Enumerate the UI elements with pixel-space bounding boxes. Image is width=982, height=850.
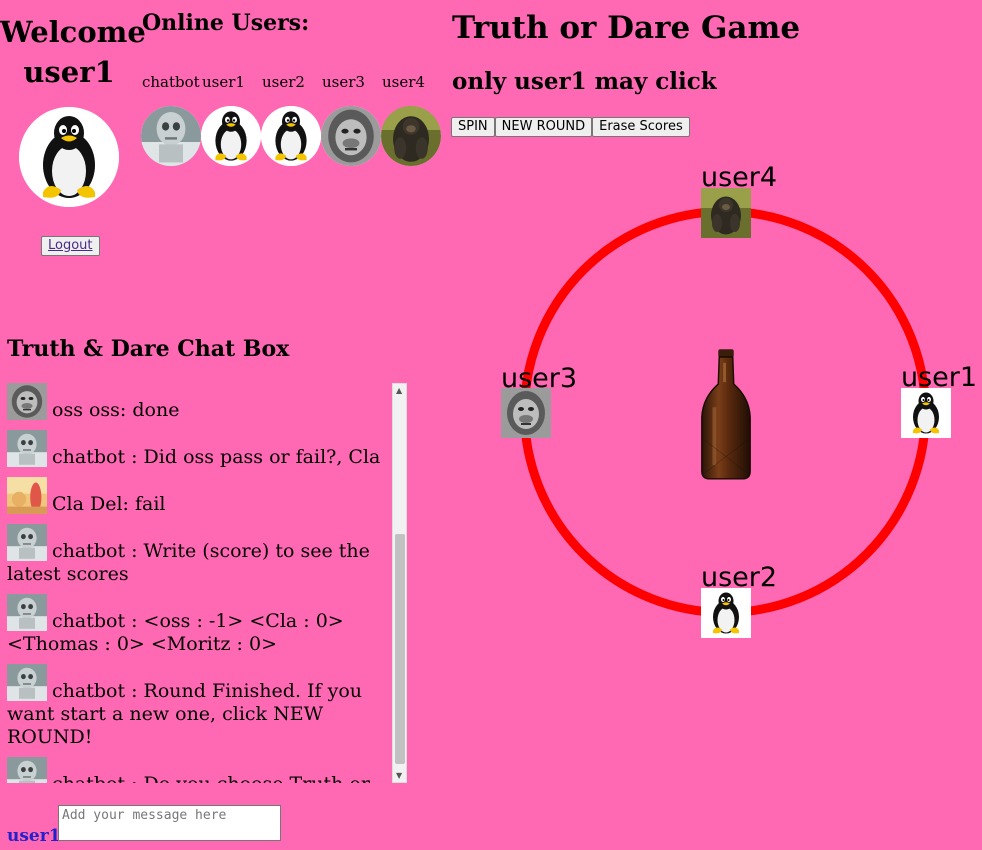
- bottle-icon: [697, 347, 755, 483]
- online-users-title: Online Users:: [142, 10, 310, 36]
- chat-message-text: chatbot : <oss : -1> <Cla : 0> <Thomas :…: [7, 610, 344, 655]
- chat-message-text: chatbot : Did oss pass or fail?, Cla: [52, 446, 381, 468]
- player-avatar-right: [901, 388, 951, 438]
- welcome-heading: Welcome user1: [0, 12, 146, 92]
- online-avatar-user1[interactable]: [201, 106, 261, 166]
- online-user-name: user1: [202, 73, 245, 91]
- player-avatar-bottom: [701, 588, 751, 638]
- chat-message: chatbot : Round Finished. If you want st…: [7, 664, 391, 749]
- chat-message: Cla Del: fail: [7, 477, 391, 516]
- robot-icon: [7, 757, 47, 783]
- penguin-icon: [901, 388, 951, 438]
- online-user-name: user2: [262, 73, 305, 91]
- chat-scrollbar[interactable]: ▲ ▼: [392, 383, 407, 783]
- player-avatar-left: [501, 388, 551, 438]
- chat-message-text: chatbot : Write (score) to see the lates…: [7, 540, 370, 585]
- scroll-up-icon[interactable]: ▲: [396, 386, 402, 395]
- gorilla-icon: [7, 383, 47, 420]
- online-user-name: user4: [382, 73, 425, 91]
- robot-icon: [7, 594, 47, 631]
- welcome-word: Welcome: [0, 15, 146, 49]
- chat-message-text: chatbot : Round Finished. If you want st…: [7, 680, 363, 748]
- penguin-icon: [261, 106, 321, 166]
- penguin-icon: [701, 588, 751, 638]
- online-avatar-user2[interactable]: [261, 106, 321, 166]
- gorilla-icon: [321, 106, 381, 166]
- user-photo-icon: [7, 477, 47, 514]
- game-title: Truth or Dare Game: [452, 10, 801, 46]
- chat-message: chatbot : Did oss pass or fail?, Cla: [7, 430, 391, 469]
- penguin-icon: [201, 106, 261, 166]
- gorilla-icon: [381, 106, 441, 166]
- scroll-down-icon[interactable]: ▼: [396, 771, 402, 780]
- robot-icon: [7, 430, 47, 467]
- chat-messages: oss oss: done chatbot : Did oss pass or …: [7, 383, 391, 783]
- chat-box-title: Truth & Dare Chat Box: [7, 336, 290, 362]
- erase-scores-button[interactable]: Erase Scores: [592, 117, 690, 137]
- game-controls: SPIN NEW ROUND Erase Scores: [451, 117, 690, 137]
- click-permission-note: only user1 may click: [452, 68, 717, 95]
- robot-icon: [7, 524, 47, 561]
- online-avatar-user4[interactable]: [381, 106, 441, 166]
- player-avatar-top: [701, 188, 751, 238]
- chat-box[interactable]: oss oss: done chatbot : Did oss pass or …: [7, 383, 407, 783]
- penguin-icon: [19, 107, 119, 207]
- current-user-avatar: [19, 107, 119, 207]
- new-round-button[interactable]: NEW ROUND: [494, 117, 593, 137]
- chat-message-text: Cla Del: fail: [52, 493, 166, 515]
- chat-message: chatbot : Do you choose Truth or Dare?, …: [7, 757, 391, 783]
- spin-bottle[interactable]: [697, 347, 755, 483]
- gorilla-icon: [501, 388, 551, 438]
- spin-button[interactable]: SPIN: [451, 117, 495, 137]
- chat-message-text: chatbot : Do you choose Truth or Dare?, …: [7, 773, 370, 783]
- chat-message: oss oss: done: [7, 383, 391, 422]
- online-user-names: chatbot user1 user2 user3 user4: [142, 73, 442, 91]
- logout-button[interactable]: Logout: [41, 236, 100, 256]
- online-user-name: chatbot: [142, 73, 200, 91]
- robot-icon: [141, 106, 201, 166]
- scroll-thumb[interactable]: [395, 534, 405, 764]
- chat-message: chatbot : Write (score) to see the lates…: [7, 524, 391, 586]
- chat-message-input[interactable]: [58, 805, 281, 841]
- current-user-name: user1: [23, 55, 115, 89]
- gorilla-icon: [701, 188, 751, 238]
- robot-icon: [7, 664, 47, 701]
- online-user-name: user3: [322, 73, 365, 91]
- online-avatar-user3[interactable]: [321, 106, 381, 166]
- chat-message-text: oss oss: done: [52, 399, 180, 421]
- online-user-avatars: [141, 106, 441, 166]
- online-avatar-chatbot[interactable]: [141, 106, 201, 166]
- chat-message: chatbot : <oss : -1> <Cla : 0> <Thomas :…: [7, 594, 391, 656]
